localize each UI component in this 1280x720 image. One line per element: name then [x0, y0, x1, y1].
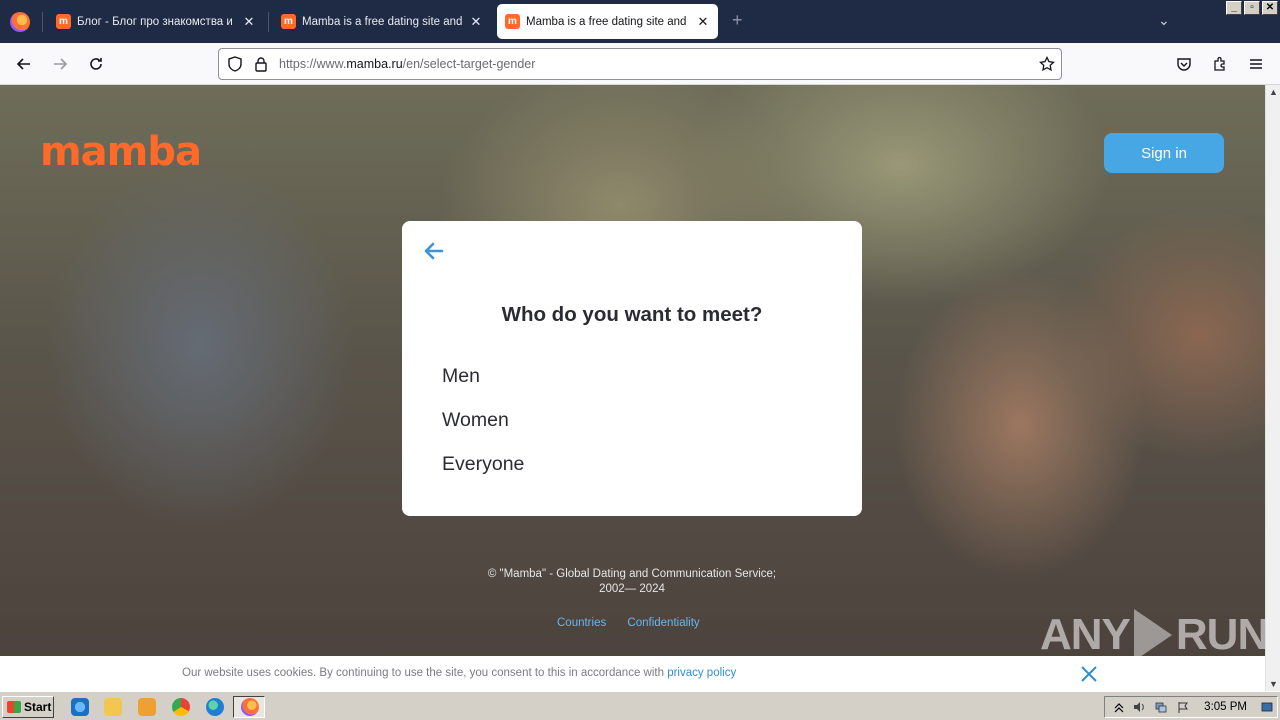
countries-link[interactable]: Countries	[557, 617, 606, 629]
tab-title: Блог - Блог про знакомства и отн	[77, 15, 236, 28]
lock-icon[interactable]	[254, 56, 268, 72]
chrome-icon[interactable]	[172, 698, 190, 716]
cookie-banner: Our website uses cookies. By continuing …	[0, 656, 1265, 691]
option-men[interactable]: Men	[442, 365, 480, 388]
tab-close-icon[interactable]: ✕	[242, 14, 256, 30]
show-desktop-icon[interactable]	[1261, 701, 1273, 713]
windows-taskbar: Start 3:05 PM	[0, 691, 1280, 720]
play-icon	[1133, 609, 1172, 661]
start-button[interactable]: Start	[2, 696, 54, 718]
tab-mamba-1[interactable]: m Mamba is a free dating site and a c ✕	[273, 4, 491, 39]
close-icon[interactable]	[1080, 665, 1098, 683]
card-title: Who do you want to meet?	[501, 303, 763, 326]
firefox-icon	[241, 698, 259, 716]
start-label: Start	[24, 700, 52, 714]
firefox-icon[interactable]	[10, 12, 30, 32]
internet-explorer-icon[interactable]	[71, 698, 89, 716]
forward-icon[interactable]	[50, 54, 70, 74]
tab-separator	[268, 12, 269, 32]
watermark-left: ANY	[1040, 610, 1131, 659]
extensions-icon[interactable]	[1210, 54, 1230, 74]
address-bar[interactable]: https://www.mamba.ru/en/select-target-ge…	[218, 48, 1062, 80]
tab-close-icon[interactable]: ✕	[696, 14, 710, 30]
shield-icon[interactable]	[227, 56, 243, 72]
tray-expand-icon[interactable]	[1113, 701, 1125, 713]
url-prefix: https://www.	[279, 57, 347, 71]
file-explorer-icon[interactable]	[104, 698, 122, 716]
close-window-button[interactable]: ✕	[1262, 1, 1278, 15]
footer-links: Countries Confidentiality	[557, 617, 718, 629]
media-player-icon[interactable]	[138, 698, 156, 716]
tab-separator	[42, 12, 43, 32]
tab-mamba-active[interactable]: m Mamba is a free dating site and a c ✕	[497, 4, 718, 39]
copyright-line-1: © "Mamba" - Global Dating and Communicat…	[487, 568, 777, 580]
bookmark-star-icon[interactable]	[1039, 56, 1055, 72]
mamba-logo[interactable]: mamba	[40, 129, 202, 175]
firefox-taskbar-button[interactable]	[233, 696, 265, 718]
tab-title: Mamba is a free dating site and a c	[526, 15, 690, 28]
option-women[interactable]: Women	[442, 409, 509, 432]
browser-tab-strip: m Блог - Блог про знакомства и отн ✕ m M…	[0, 0, 1280, 43]
option-everyone[interactable]: Everyone	[442, 453, 524, 476]
mamba-favicon-icon: m	[56, 14, 71, 29]
list-all-tabs-icon[interactable]: ⌄	[1158, 12, 1170, 29]
system-tray: 3:05 PM	[1104, 696, 1278, 718]
restore-button[interactable]: ▫	[1244, 1, 1260, 15]
scroll-down-icon[interactable]: ▼	[1269, 679, 1278, 689]
navigation-toolbar: https://www.mamba.ru/en/select-target-ge…	[0, 43, 1280, 85]
tab-close-icon[interactable]: ✕	[469, 14, 483, 30]
page-viewport: mamba Sign in Who do you want to meet? M…	[0, 85, 1265, 691]
minimize-button[interactable]: _	[1226, 1, 1242, 15]
cookie-message: Our website uses cookies. By continuing …	[182, 667, 668, 679]
window-controls: _ ▫ ✕	[1226, 1, 1278, 15]
tab-title: Mamba is a free dating site and a c	[302, 15, 463, 28]
confidentiality-link[interactable]: Confidentiality	[627, 617, 699, 629]
action-center-flag-icon[interactable]	[1177, 701, 1189, 713]
windows-flag-icon	[7, 701, 21, 713]
url-domain: mamba.ru	[346, 57, 403, 71]
pocket-icon[interactable]	[1174, 54, 1194, 74]
tab-blog[interactable]: m Блог - Блог про знакомства и отн ✕	[48, 4, 264, 39]
sign-in-button[interactable]: Sign in	[1104, 133, 1224, 173]
copyright-line-2: 2002— 2024	[599, 583, 665, 595]
url-text[interactable]: https://www.mamba.ru/en/select-target-ge…	[279, 57, 535, 71]
watermark-right: RUN	[1175, 610, 1265, 659]
network-icon[interactable]	[1155, 701, 1167, 713]
new-tab-button[interactable]: +	[732, 10, 743, 31]
mamba-favicon-icon: m	[505, 14, 520, 29]
copyright-text: © "Mamba" - Global Dating and Communicat…	[432, 567, 832, 597]
volume-icon[interactable]	[1133, 701, 1145, 713]
menu-icon[interactable]	[1246, 54, 1266, 74]
scroll-up-icon[interactable]: ▲	[1269, 87, 1278, 97]
target-gender-card: Who do you want to meet? Men Women Every…	[402, 221, 862, 516]
reload-icon[interactable]	[86, 54, 106, 74]
clock[interactable]: 3:05 PM	[1204, 701, 1247, 713]
url-path: /en/select-target-gender	[402, 57, 536, 71]
cookie-text: Our website uses cookies. By continuing …	[182, 667, 736, 679]
back-arrow-icon[interactable]	[422, 239, 446, 263]
vertical-scrollbar[interactable]: ▲ ▼	[1265, 85, 1280, 691]
mamba-favicon-icon: m	[281, 14, 296, 29]
back-icon[interactable]	[14, 54, 34, 74]
edge-icon[interactable]	[206, 698, 224, 716]
privacy-policy-link[interactable]: privacy policy	[667, 667, 736, 679]
anyrun-watermark: ANY RUN	[1040, 609, 1265, 661]
